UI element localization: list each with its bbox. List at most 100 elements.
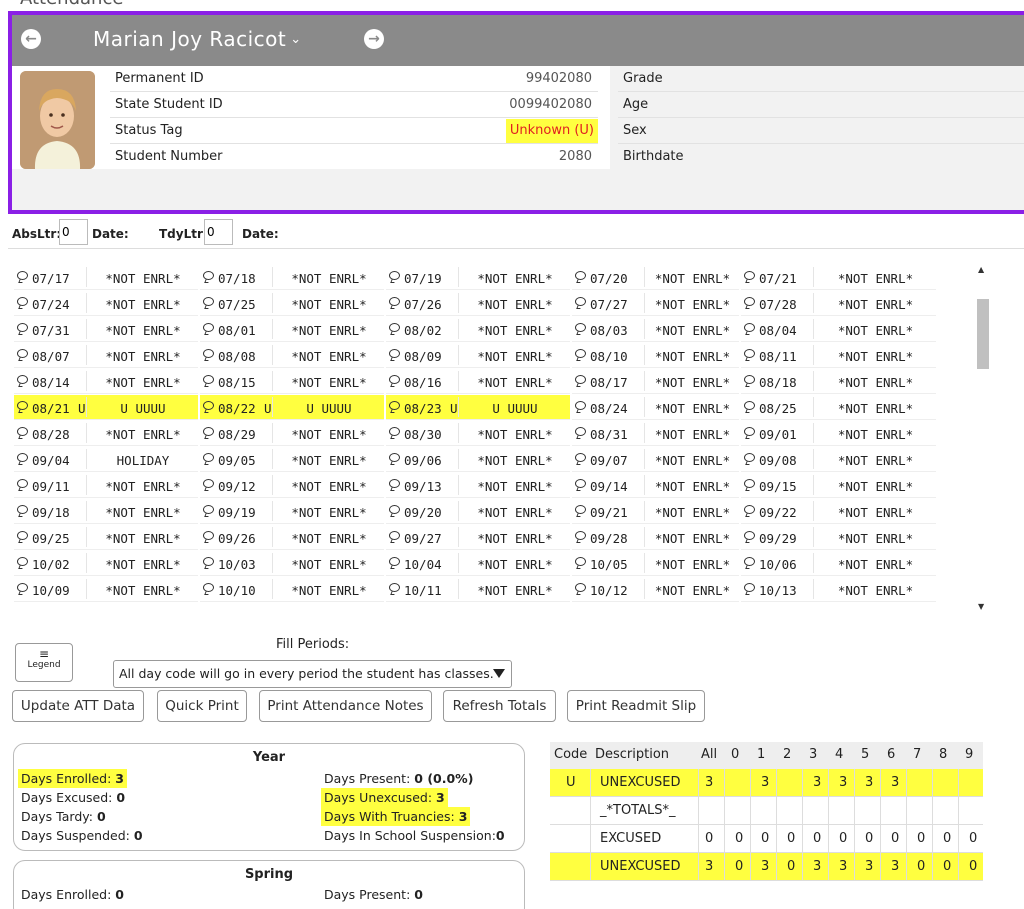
note-bubble-icon[interactable] bbox=[744, 531, 755, 540]
quick-print-button[interactable]: Quick Print bbox=[157, 690, 247, 722]
note-bubble-icon[interactable] bbox=[389, 505, 400, 514]
note-bubble-icon[interactable] bbox=[389, 349, 400, 358]
calendar-day-cell[interactable]: 10/02 *NOT ENRL* bbox=[14, 551, 198, 576]
calendar-day-cell[interactable]: 08/28 *NOT ENRL* bbox=[14, 421, 198, 446]
note-bubble-icon[interactable] bbox=[17, 375, 28, 384]
note-bubble-icon[interactable] bbox=[389, 531, 400, 540]
calendar-day-cell[interactable]: 09/19 *NOT ENRL* bbox=[200, 499, 384, 524]
note-bubble-icon[interactable] bbox=[203, 453, 214, 462]
note-bubble-icon[interactable] bbox=[575, 401, 586, 410]
note-bubble-icon[interactable] bbox=[744, 505, 755, 514]
note-bubble-icon[interactable] bbox=[203, 479, 214, 488]
note-bubble-icon[interactable] bbox=[203, 505, 214, 514]
calendar-day-cell[interactable]: 08/01 *NOT ENRL* bbox=[200, 317, 384, 342]
calendar-day-cell[interactable]: 07/21 *NOT ENRL* bbox=[741, 265, 936, 290]
tdy-letter-input[interactable] bbox=[204, 219, 233, 245]
note-bubble-icon[interactable] bbox=[575, 505, 586, 514]
note-bubble-icon[interactable] bbox=[744, 583, 755, 592]
calendar-day-cell[interactable]: 07/24 *NOT ENRL* bbox=[14, 291, 198, 316]
note-bubble-icon[interactable] bbox=[744, 557, 755, 566]
note-bubble-icon[interactable] bbox=[744, 297, 755, 306]
calendar-day-cell[interactable]: 09/18 *NOT ENRL* bbox=[14, 499, 198, 524]
calendar-day-cell[interactable]: 07/19 *NOT ENRL* bbox=[386, 265, 570, 290]
calendar-day-cell[interactable]: 10/12 *NOT ENRL* bbox=[572, 577, 739, 602]
note-bubble-icon[interactable] bbox=[203, 349, 214, 358]
note-bubble-icon[interactable] bbox=[744, 271, 755, 280]
calendar-day-cell[interactable]: 08/07 *NOT ENRL* bbox=[14, 343, 198, 368]
calendar-day-cell[interactable]: 09/15 *NOT ENRL* bbox=[741, 473, 936, 498]
scroll-down-icon[interactable]: ▼ bbox=[978, 602, 984, 611]
calendar-day-cell[interactable]: 07/26 *NOT ENRL* bbox=[386, 291, 570, 316]
calendar-day-cell[interactable]: 08/03 *NOT ENRL* bbox=[572, 317, 739, 342]
note-bubble-icon[interactable] bbox=[203, 271, 214, 280]
calendar-day-cell[interactable]: 08/02 *NOT ENRL* bbox=[386, 317, 570, 342]
calendar-day-cell[interactable]: 08/10 *NOT ENRL* bbox=[572, 343, 739, 368]
note-bubble-icon[interactable] bbox=[744, 427, 755, 436]
note-bubble-icon[interactable] bbox=[17, 401, 28, 410]
calendar-day-cell[interactable]: 09/14 *NOT ENRL* bbox=[572, 473, 739, 498]
note-bubble-icon[interactable] bbox=[17, 427, 28, 436]
scroll-up-icon[interactable]: ▲ bbox=[978, 265, 984, 274]
calendar-day-cell[interactable]: 08/14 *NOT ENRL* bbox=[14, 369, 198, 394]
note-bubble-icon[interactable] bbox=[389, 557, 400, 566]
note-bubble-icon[interactable] bbox=[17, 349, 28, 358]
print-attendance-notes-button[interactable]: Print Attendance Notes bbox=[259, 690, 432, 722]
calendar-day-cell[interactable]: 09/06 *NOT ENRL* bbox=[386, 447, 570, 472]
note-bubble-icon[interactable] bbox=[575, 557, 586, 566]
calendar-day-cell[interactable]: 07/20 *NOT ENRL* bbox=[572, 265, 739, 290]
calendar-day-cell[interactable]: 10/13 *NOT ENRL* bbox=[741, 577, 936, 602]
note-bubble-icon[interactable] bbox=[744, 349, 755, 358]
note-bubble-icon[interactable] bbox=[744, 453, 755, 462]
calendar-day-cell[interactable]: 08/31 *NOT ENRL* bbox=[572, 421, 739, 446]
calendar-day-cell[interactable]: 08/29 *NOT ENRL* bbox=[200, 421, 384, 446]
calendar-day-cell[interactable]: 07/31 *NOT ENRL* bbox=[14, 317, 198, 342]
note-bubble-icon[interactable] bbox=[575, 453, 586, 462]
note-bubble-icon[interactable] bbox=[744, 323, 755, 332]
calendar-day-cell[interactable]: 09/12 *NOT ENRL* bbox=[200, 473, 384, 498]
calendar-day-cell[interactable]: 10/11 *NOT ENRL* bbox=[386, 577, 570, 602]
calendar-day-cell[interactable]: 08/23 U U UUUU bbox=[386, 395, 570, 420]
calendar-day-cell[interactable]: 10/03 *NOT ENRL* bbox=[200, 551, 384, 576]
note-bubble-icon[interactable] bbox=[389, 453, 400, 462]
note-bubble-icon[interactable] bbox=[203, 531, 214, 540]
note-bubble-icon[interactable] bbox=[575, 531, 586, 540]
calendar-day-cell[interactable]: 07/27 *NOT ENRL* bbox=[572, 291, 739, 316]
note-bubble-icon[interactable] bbox=[389, 271, 400, 280]
note-bubble-icon[interactable] bbox=[389, 427, 400, 436]
note-bubble-icon[interactable] bbox=[17, 479, 28, 488]
calendar-day-cell[interactable]: 08/30 *NOT ENRL* bbox=[386, 421, 570, 446]
calendar-day-cell[interactable]: 09/20 *NOT ENRL* bbox=[386, 499, 570, 524]
note-bubble-icon[interactable] bbox=[744, 401, 755, 410]
calendar-day-cell[interactable]: 08/17 *NOT ENRL* bbox=[572, 369, 739, 394]
note-bubble-icon[interactable] bbox=[575, 427, 586, 436]
note-bubble-icon[interactable] bbox=[744, 375, 755, 384]
note-bubble-icon[interactable] bbox=[389, 323, 400, 332]
print-readmit-slip-button[interactable]: Print Readmit Slip bbox=[567, 690, 705, 722]
calendar-day-cell[interactable]: 09/13 *NOT ENRL* bbox=[386, 473, 570, 498]
note-bubble-icon[interactable] bbox=[575, 297, 586, 306]
calendar-day-cell[interactable]: 07/25 *NOT ENRL* bbox=[200, 291, 384, 316]
calendar-day-cell[interactable]: 08/11 *NOT ENRL* bbox=[741, 343, 936, 368]
calendar-day-cell[interactable]: 09/01 *NOT ENRL* bbox=[741, 421, 936, 446]
note-bubble-icon[interactable] bbox=[744, 479, 755, 488]
note-bubble-icon[interactable] bbox=[389, 375, 400, 384]
note-bubble-icon[interactable] bbox=[17, 453, 28, 462]
note-bubble-icon[interactable] bbox=[17, 505, 28, 514]
note-bubble-icon[interactable] bbox=[203, 557, 214, 566]
note-bubble-icon[interactable] bbox=[389, 401, 400, 410]
calendar-day-cell[interactable]: 08/15 *NOT ENRL* bbox=[200, 369, 384, 394]
abs-letter-input[interactable] bbox=[59, 219, 88, 245]
note-bubble-icon[interactable] bbox=[575, 349, 586, 358]
calendar-day-cell[interactable]: 09/11 *NOT ENRL* bbox=[14, 473, 198, 498]
note-bubble-icon[interactable] bbox=[17, 557, 28, 566]
calendar-day-cell[interactable]: 10/04 *NOT ENRL* bbox=[386, 551, 570, 576]
legend-button[interactable]: ≡ Legend bbox=[15, 643, 73, 682]
calendar-day-cell[interactable]: 09/04 HOLIDAY bbox=[14, 447, 198, 472]
fill-periods-select[interactable]: All day code will go in every period the… bbox=[113, 660, 512, 688]
note-bubble-icon[interactable] bbox=[575, 271, 586, 280]
calendar-day-cell[interactable]: 09/05 *NOT ENRL* bbox=[200, 447, 384, 472]
note-bubble-icon[interactable] bbox=[389, 297, 400, 306]
calendar-day-cell[interactable]: 07/18 *NOT ENRL* bbox=[200, 265, 384, 290]
calendar-day-cell[interactable]: 09/26 *NOT ENRL* bbox=[200, 525, 384, 550]
note-bubble-icon[interactable] bbox=[575, 323, 586, 332]
